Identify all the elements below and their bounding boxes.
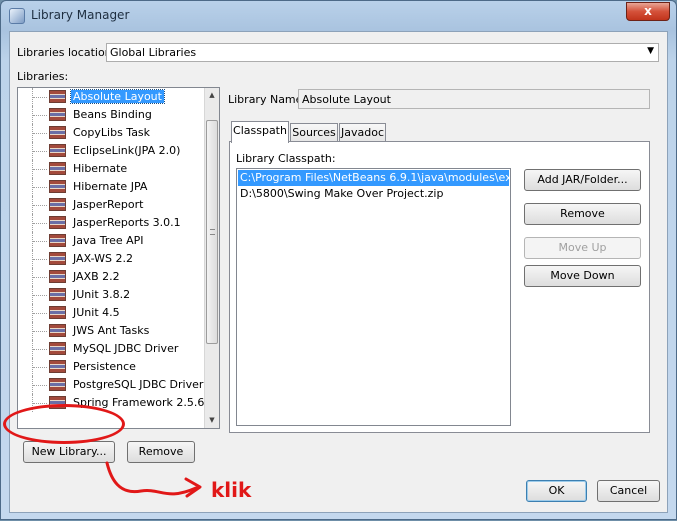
tab-classpath[interactable]: Classpath (231, 121, 289, 143)
library-manager-window: Library Manager x Libraries location: Gl… (0, 0, 677, 520)
annotation-arrow-icon (105, 461, 202, 498)
annotation-label: klik (211, 478, 252, 502)
